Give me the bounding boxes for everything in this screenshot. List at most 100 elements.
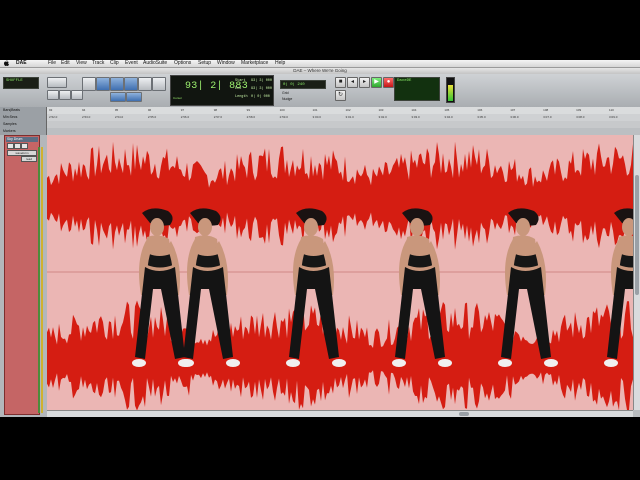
- master-meter: [446, 77, 455, 103]
- menu-window[interactable]: Window: [217, 60, 235, 67]
- zoom-preset-2[interactable]: [59, 90, 71, 100]
- record-enable-button[interactable]: [7, 143, 14, 149]
- bar-tick: 103: [378, 108, 384, 112]
- fast-forward-button[interactable]: ▸: [359, 77, 370, 88]
- horizontal-scroll-thumb[interactable]: [459, 412, 469, 416]
- menu-options[interactable]: Options: [174, 60, 191, 67]
- track-header-column: Sky Drum waveform read: [0, 135, 48, 417]
- bar-tick: 102: [345, 108, 351, 112]
- bar-tick: 100: [279, 108, 285, 112]
- menu-audiosuite[interactable]: AudioSuite: [143, 60, 167, 67]
- main-counter[interactable]: 93| 2| 883 Cursor Start End Length 93| 3…: [170, 75, 274, 106]
- grid-display[interactable]: 0| 0| 240: [280, 80, 326, 89]
- link-button[interactable]: [110, 92, 126, 102]
- time-tick: 3:04.0: [444, 115, 453, 119]
- time-tick: 2:58.0: [246, 115, 255, 119]
- menu-marketplace[interactable]: Marketplace: [241, 60, 268, 67]
- loop-button[interactable]: ↻: [335, 90, 346, 101]
- menu-bar: DAE File Edit View Track Clip Event Audi…: [0, 60, 640, 68]
- menu-view[interactable]: View: [76, 60, 87, 67]
- ruler-labels: Bars|Beats Min:Secs Samples Markers: [0, 107, 47, 135]
- end-value[interactable]: 93| 3| 000: [251, 87, 272, 91]
- bar-tick: 93: [49, 108, 53, 112]
- menu-clip[interactable]: Clip: [110, 60, 119, 67]
- track-header[interactable]: Sky Drum waveform read: [4, 135, 40, 415]
- time-tick: 3:06.0: [510, 115, 519, 119]
- bar-tick: 97: [180, 108, 185, 112]
- solo-button[interactable]: [14, 143, 21, 149]
- insertion-follows-playback[interactable]: [126, 92, 142, 102]
- length-label: Length: [235, 95, 248, 99]
- time-tick: 3:02.0: [378, 115, 387, 119]
- start-label: Start: [235, 79, 246, 83]
- apple-icon[interactable]: [4, 60, 9, 66]
- stop-button[interactable]: ■: [335, 77, 346, 88]
- rewind-button[interactable]: ◂: [347, 77, 358, 88]
- audio-clip[interactable]: [47, 135, 633, 410]
- time-tick: 3:00.0: [312, 115, 321, 119]
- record-button[interactable]: ●: [383, 77, 394, 88]
- zoomer-tool-icon[interactable]: [82, 77, 96, 91]
- grid-label: Grid: [282, 91, 289, 95]
- ruler-label-minsecs: Min:Secs: [3, 115, 18, 119]
- pro-tools-edit-window: DAE File Edit View Track Clip Event Audi…: [0, 60, 640, 417]
- start-value[interactable]: 93| 3| 000: [251, 79, 272, 83]
- bar-tick: 109: [576, 108, 582, 112]
- nudge-label: Nudge: [282, 97, 293, 101]
- bar-tick: 104: [411, 108, 417, 112]
- time-tick: 3:05.0: [477, 115, 486, 119]
- track-meter-left: [38, 147, 40, 413]
- vertical-scrollbar[interactable]: [633, 135, 640, 410]
- vertical-scroll-thumb[interactable]: [635, 175, 639, 295]
- scrubber-tool-icon[interactable]: [138, 77, 152, 91]
- ruler-label-bars: Bars|Beats: [3, 108, 21, 112]
- track-name[interactable]: Sky Drum: [6, 137, 38, 142]
- bar-tick: 96: [147, 108, 152, 112]
- time-tick: 3:03.0: [411, 115, 420, 119]
- app-menu[interactable]: DAE: [16, 60, 27, 67]
- edit-area[interactable]: [47, 135, 633, 410]
- mute-button[interactable]: [21, 143, 28, 149]
- time-tick: 2:52.0: [49, 115, 58, 119]
- length-value[interactable]: 0| 0| 000: [251, 95, 270, 99]
- edit-toolbar: SHUFFLE 93| 2| 883 Cursor Start End Leng…: [0, 74, 640, 108]
- menu-track[interactable]: Track: [92, 60, 104, 67]
- bar-tick: 110: [609, 108, 614, 112]
- horizontal-scrollbar[interactable]: [47, 410, 633, 417]
- menu-edit[interactable]: Edit: [61, 60, 70, 67]
- time-tick: 2:56.0: [180, 115, 190, 119]
- play-button[interactable]: ▶: [371, 77, 382, 88]
- bar-tick: 94: [81, 108, 86, 112]
- grabber-tool-icon[interactable]: [124, 77, 138, 91]
- menu-setup[interactable]: Setup: [198, 60, 211, 67]
- menu-event[interactable]: Event: [125, 60, 138, 67]
- pencil-tool-icon[interactable]: [152, 77, 166, 91]
- bar-tick: 106: [477, 108, 483, 112]
- menu-help[interactable]: Help: [275, 60, 285, 67]
- time-tick: 2:53.0: [81, 115, 91, 119]
- counter-caption: Cursor: [173, 96, 183, 100]
- zoom-preset-3[interactable]: [71, 90, 83, 100]
- time-tick: 2:55.0: [147, 115, 157, 119]
- trim-tool-icon[interactable]: [96, 77, 110, 91]
- master-meter-level: [448, 85, 453, 101]
- automation-mode-selector[interactable]: read: [21, 156, 37, 162]
- zoom-preset-1[interactable]: [47, 90, 59, 100]
- bar-tick: 101: [312, 108, 318, 112]
- ruler-label-samples: Samples: [3, 122, 17, 126]
- edit-mode-display[interactable]: SHUFFLE: [3, 77, 39, 89]
- bar-tick: 95: [114, 108, 119, 112]
- time-tick: 3:09.0: [609, 115, 618, 119]
- time-tick: 3:08.0: [576, 115, 585, 119]
- timeline-rulers: Bars|Beats Min:Secs Samples Markers 93 94…: [0, 107, 640, 136]
- ruler-label-markers: Markers: [3, 129, 16, 133]
- bar-tick: 107: [510, 108, 516, 112]
- selector-tool-icon[interactable]: [110, 77, 124, 91]
- time-tick: 2:57.0: [213, 115, 223, 119]
- session-info-display: DaveDE: [394, 77, 440, 101]
- end-label: End: [235, 87, 242, 91]
- menu-file[interactable]: File: [48, 60, 56, 67]
- bar-tick: 98: [213, 108, 218, 112]
- zoom-button[interactable]: [47, 77, 67, 88]
- time-tick: 2:59.0: [279, 115, 288, 119]
